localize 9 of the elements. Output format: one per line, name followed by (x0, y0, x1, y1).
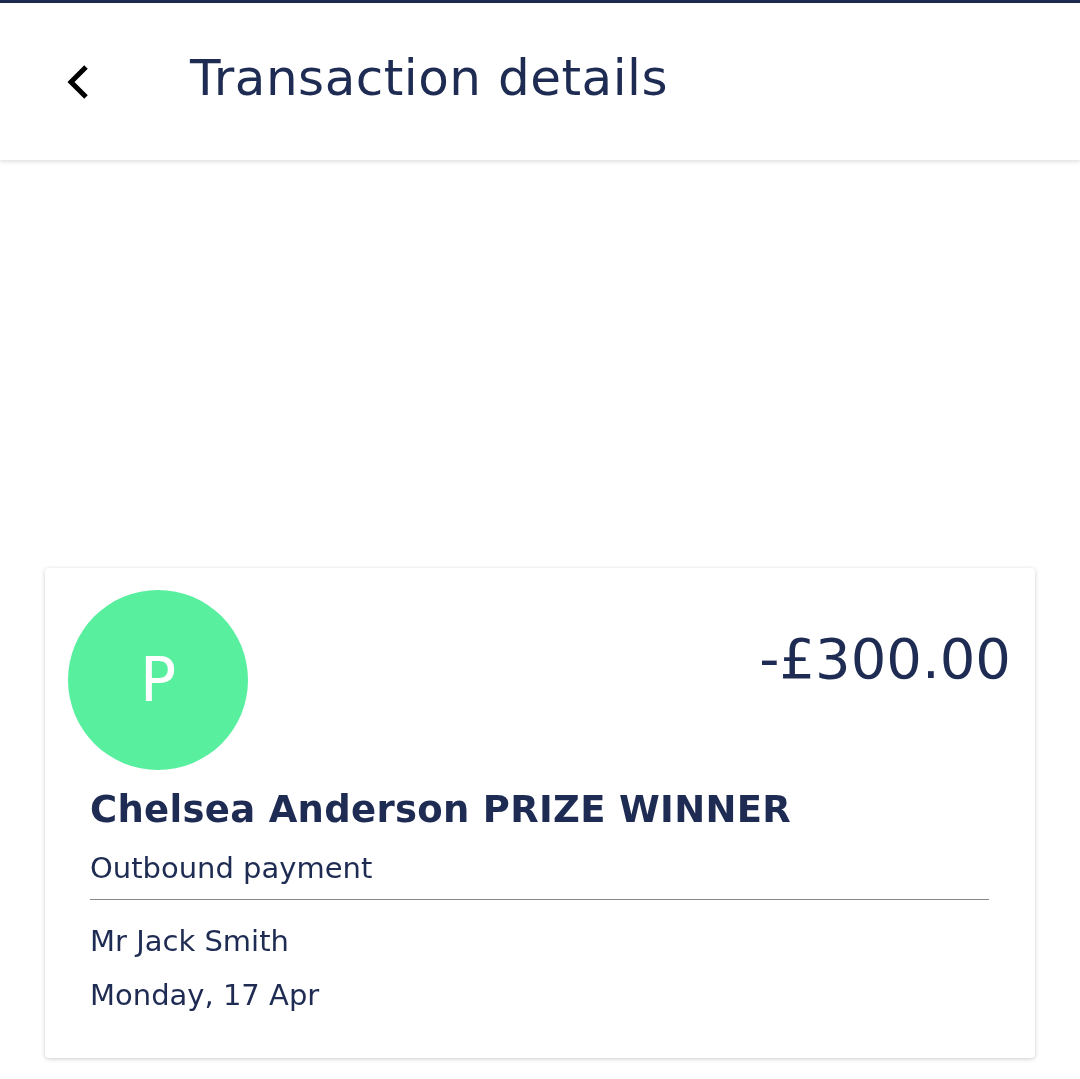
back-button[interactable] (66, 64, 90, 99)
counterparty-name: Mr Jack Smith (90, 923, 290, 960)
payee-name: Chelsea Anderson PRIZE WINNER (90, 788, 793, 831)
amount: -£300.00 (759, 626, 1011, 691)
transaction-type: Outbound payment (90, 851, 374, 885)
page-title: Transaction details (190, 48, 668, 107)
transaction-date: Monday, 17 Apr (90, 977, 321, 1014)
back-icon (66, 64, 90, 99)
avatar: P (68, 590, 248, 770)
